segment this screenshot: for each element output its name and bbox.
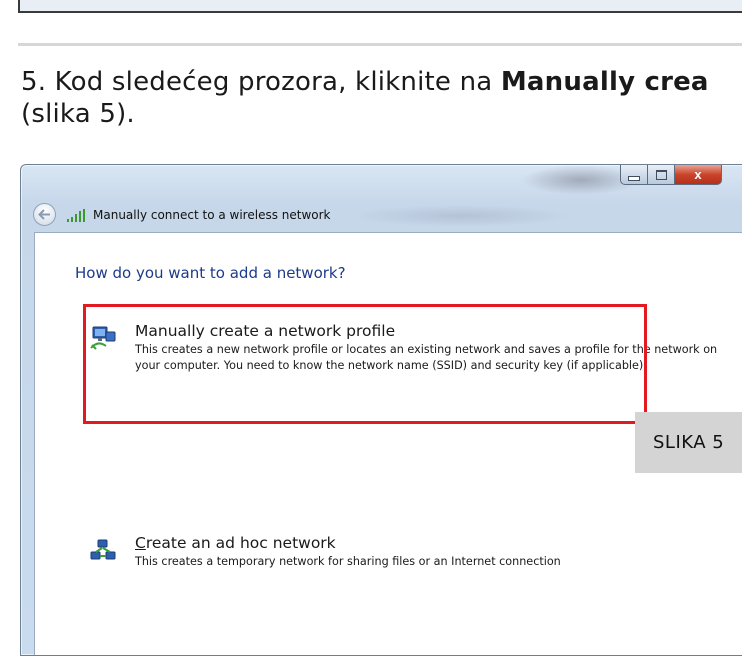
wizard-nav-row: Manually connect to a wireless network: [21, 203, 742, 231]
option-title-accesskey: C: [135, 534, 146, 552]
figure-badge: SLIKA 5: [635, 412, 742, 473]
back-button[interactable]: [33, 203, 56, 226]
instruction-prefix: 5. Kod sledećeg prozora, kliknite na: [21, 67, 501, 97]
page-heading: How do you want to add a network?: [75, 264, 346, 282]
highlight-box: [83, 304, 647, 424]
caption-buttons: x: [620, 165, 722, 186]
maximize-icon: [655, 169, 667, 180]
previous-screenshot-edge: [18, 0, 742, 13]
ad-hoc-network-icon: [90, 539, 116, 560]
wireless-signal-icon: [67, 209, 85, 222]
section-divider: [18, 43, 742, 46]
close-icon: x: [694, 167, 702, 182]
window-title: Manually connect to a wireless network: [93, 208, 331, 222]
option-title-rest: reate an ad hoc network: [145, 534, 336, 552]
instruction-bold: Manually crea: [500, 67, 709, 97]
option-title: Create an ad hoc network: [135, 534, 336, 552]
back-arrow-icon: [38, 209, 50, 220]
option-description: This creates a temporary network for sha…: [135, 555, 561, 568]
maximize-button[interactable]: [648, 165, 675, 185]
instruction-text: 5. Kod sledećeg prozora, kliknite na Man…: [21, 66, 742, 130]
minimize-button[interactable]: [620, 165, 648, 185]
create-ad-hoc-network-option[interactable]: Create an ad hoc network This creates a …: [90, 534, 730, 574]
close-button[interactable]: x: [675, 165, 722, 185]
instruction-line2: (slika 5).: [21, 99, 135, 129]
minimize-icon: [628, 175, 640, 181]
